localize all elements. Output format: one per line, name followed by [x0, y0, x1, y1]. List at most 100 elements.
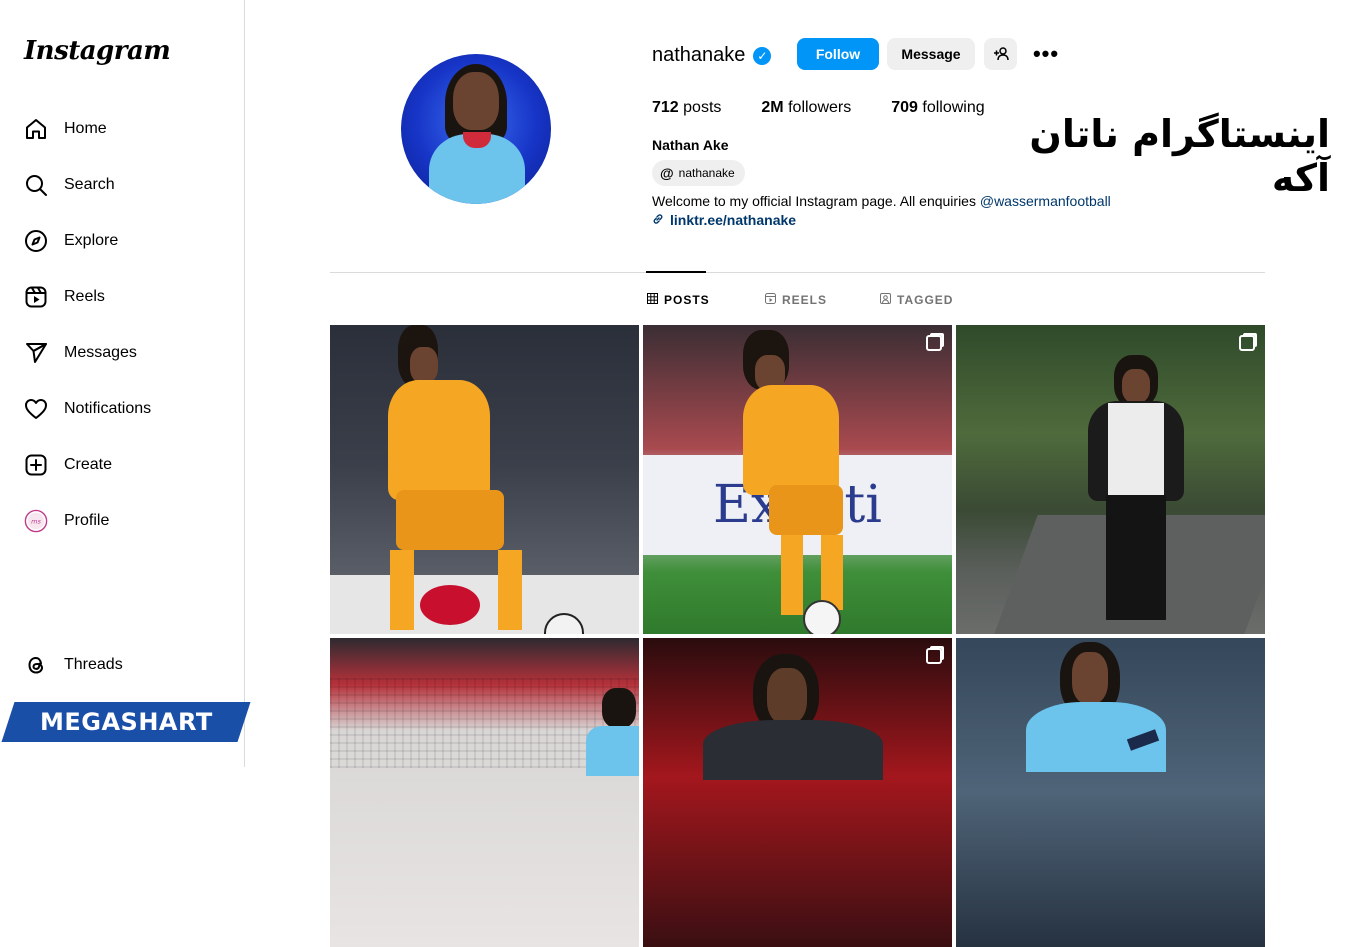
heart-icon	[24, 397, 48, 421]
profile-full-name: Nathan Ake	[652, 137, 729, 153]
sidebar-item-messages[interactable]: Messages	[12, 329, 232, 377]
post-tile[interactable]: Ex a ti	[643, 325, 952, 634]
player-sock-shape	[498, 550, 522, 630]
sidebar-item-label: Home	[64, 120, 107, 137]
watermark-text: MEGASHART	[39, 708, 213, 736]
player-face-shape	[1072, 652, 1108, 704]
home-icon	[24, 117, 48, 141]
sidebar-item-create[interactable]: Create	[12, 441, 232, 489]
link-text: linktr.ee/nathanake	[670, 212, 797, 228]
sidebar-item-notifications[interactable]: Notifications	[12, 385, 232, 433]
tab-label: REELS	[782, 293, 828, 307]
football-shape	[803, 600, 841, 634]
sidebar-item-label: Search	[64, 176, 115, 193]
player-face-shape	[410, 347, 438, 383]
megashart-watermark: MEGASHART	[1, 702, 251, 742]
post-tile[interactable]	[956, 325, 1265, 634]
post-tile[interactable]	[643, 638, 952, 947]
threads-badge[interactable]: @ nathanake	[652, 160, 745, 186]
tagged-icon	[880, 293, 891, 307]
sidebar-item-home[interactable]: Home	[12, 105, 232, 153]
post-tile[interactable]	[330, 638, 639, 947]
threads-icon: @	[660, 165, 674, 181]
person-trousers-shape	[1106, 495, 1166, 620]
profile-external-link[interactable]: linktr.ee/nathanake	[652, 212, 796, 228]
reels-icon	[765, 293, 776, 307]
person-tshirt-shape	[1108, 403, 1164, 499]
more-options-icon[interactable]: •••	[1032, 41, 1060, 66]
follow-button[interactable]: Follow	[797, 38, 879, 70]
sidebar-item-threads[interactable]: Threads	[12, 641, 232, 689]
player-shirt-shape	[586, 726, 639, 776]
posts-stat[interactable]: 712 posts	[652, 99, 721, 117]
tab-label: TAGGED	[897, 293, 954, 307]
multiple-photos-icon	[926, 648, 942, 664]
following-label: following	[922, 99, 985, 116]
sidebar-item-label: Explore	[64, 232, 119, 249]
avatar-icon: ms	[24, 509, 48, 533]
followers-stat[interactable]: 2M followers	[761, 99, 851, 117]
sidebar-item-label: Messages	[64, 344, 137, 361]
player-sock-shape	[390, 550, 414, 630]
player-sock-shape	[821, 535, 843, 610]
multiple-photos-icon	[926, 335, 942, 351]
sidebar-item-profile[interactable]: ms Profile	[12, 497, 232, 545]
send-icon	[24, 341, 48, 365]
profile-avatar[interactable]	[401, 54, 551, 204]
tabs-divider	[330, 272, 1265, 273]
player-shorts-shape	[396, 490, 504, 550]
player-shirt-shape	[388, 380, 490, 500]
instagram-logo[interactable]: Instagram	[24, 36, 171, 66]
svg-text:ms: ms	[31, 517, 41, 525]
ad-board-shape	[330, 575, 639, 634]
following-count: 709	[891, 99, 918, 116]
message-button[interactable]: Message	[887, 38, 975, 70]
ad-logo-shape	[420, 585, 480, 625]
player-shorts-shape	[769, 485, 843, 535]
threads-icon	[24, 653, 48, 677]
sidebar-item-reels[interactable]: Reels	[12, 273, 232, 321]
player-face-shape	[767, 668, 807, 724]
persian-caption-overlay: اینستاگرام ناتان آکه	[1029, 112, 1330, 200]
player-shirt-shape	[743, 385, 839, 495]
sidebar-item-search[interactable]: Search	[12, 161, 232, 209]
suggest-user-button[interactable]	[984, 38, 1017, 70]
sidebar-item-label: Profile	[64, 512, 110, 529]
player-hair-shape	[602, 688, 636, 728]
post-tile[interactable]	[956, 638, 1265, 947]
profile-username: nathanake ✓	[652, 44, 772, 67]
active-tab-indicator	[646, 271, 706, 273]
profile-stats: 712 posts 2M followers 709 following	[652, 99, 1025, 117]
posts-count: 712	[652, 99, 679, 116]
followers-count: 2M	[761, 99, 784, 116]
posts-label: posts	[683, 99, 722, 116]
tab-label: POSTS	[664, 293, 710, 307]
search-icon	[24, 173, 48, 197]
link-icon	[652, 213, 664, 228]
sidebar-item-label: Notifications	[64, 400, 152, 417]
followers-label: followers	[788, 99, 852, 116]
tab-tagged[interactable]: TAGGED	[880, 292, 953, 308]
multiple-photos-icon	[1239, 335, 1255, 351]
sidebar-item-label: Reels	[64, 288, 105, 305]
verified-badge-icon: ✓	[753, 46, 772, 65]
avatar-face-shape	[453, 72, 499, 130]
sidebar-item-label: Threads	[64, 656, 123, 673]
sidebar-item-label: Create	[64, 456, 113, 473]
threads-handle: nathanake	[678, 166, 735, 180]
plus-square-icon	[24, 453, 48, 477]
post-tile[interactable]	[330, 325, 639, 634]
username-text: nathanake	[652, 44, 746, 66]
player-shirt-shape	[703, 720, 883, 780]
bio-text: Welcome to my official Instagram page. A…	[652, 193, 980, 209]
tab-reels[interactable]: REELS	[765, 292, 827, 308]
sidebar: Instagram Home Search Explore Reels Mess…	[0, 0, 245, 767]
add-user-icon	[993, 47, 1009, 61]
tab-posts[interactable]: POSTS	[647, 292, 710, 308]
grid-icon	[647, 293, 658, 307]
player-sock-shape	[781, 535, 803, 615]
following-stat[interactable]: 709 following	[891, 99, 984, 117]
compass-icon	[24, 229, 48, 253]
sidebar-item-explore[interactable]: Explore	[12, 217, 232, 265]
person-face-shape	[1122, 369, 1150, 403]
